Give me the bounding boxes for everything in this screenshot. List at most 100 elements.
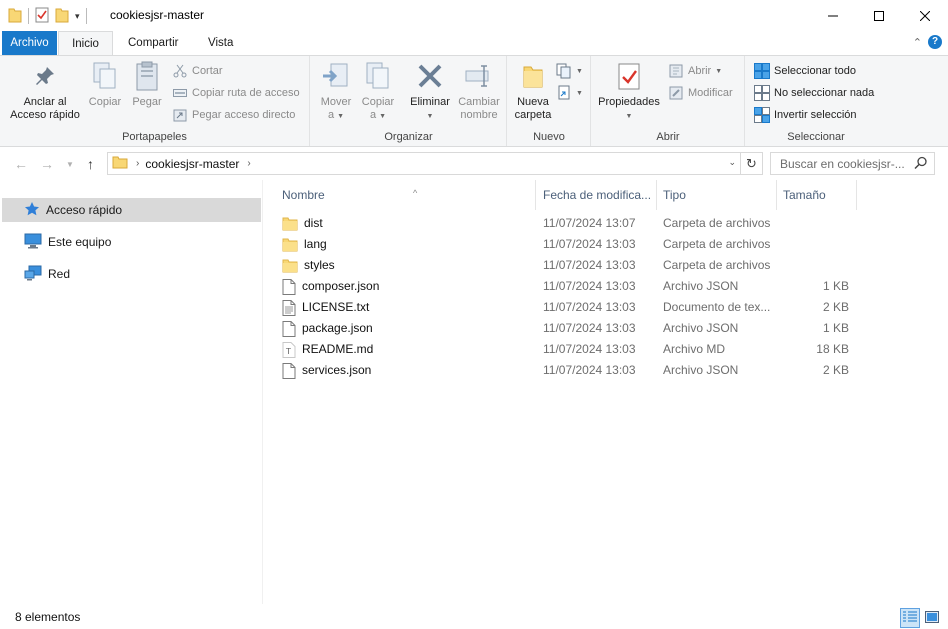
invert-selection-button[interactable]: Invertir selección (754, 106, 857, 124)
invert-selection-icon (754, 107, 770, 123)
table-row[interactable]: package.json 11/07/2024 13:03 Archivo JSON… (276, 318, 856, 339)
edit-button[interactable]: Modificar (668, 84, 733, 102)
cut-button[interactable]: Cortar (172, 62, 223, 80)
file-type: Carpeta de archivos (663, 258, 771, 272)
paste-icon (134, 60, 160, 96)
file-type: Archivo JSON (663, 279, 739, 293)
copy-to-button[interactable]: Copiar a ▼ (357, 60, 399, 123)
properties-label: Propiedades (598, 96, 660, 108)
window-title: cookiesjsr-master (110, 8, 205, 22)
table-row[interactable]: composer.json 11/07/2024 13:03 Archivo JSO… (276, 276, 856, 297)
minimize-button[interactable] (810, 0, 856, 31)
file-icon (282, 278, 296, 295)
paste-shortcut-button[interactable]: Pegar acceso directo (172, 106, 295, 124)
file-name-cell: LICENSE.txt (282, 297, 532, 318)
delete-button[interactable]: Eliminar ▼ (407, 60, 453, 123)
paste-label: Pegar (132, 96, 162, 108)
recent-locations-icon[interactable]: ▼ (66, 160, 74, 169)
select-none-button[interactable]: No seleccionar nada (754, 84, 874, 102)
copy-button[interactable]: Copiar (86, 60, 124, 109)
file-name: lang (304, 237, 327, 251)
large-icons-view-button[interactable] (922, 608, 942, 628)
table-row[interactable]: dist 11/07/2024 13:07 Carpeta de archivos (276, 213, 856, 234)
close-button[interactable] (902, 0, 948, 31)
move-to-button[interactable]: Mover a ▼ (315, 60, 357, 123)
properties-button[interactable]: Propiedades ▼ (596, 60, 662, 123)
file-size: 2 KB (822, 363, 849, 377)
column-header-size[interactable]: Tamaño (777, 180, 857, 210)
new-folder-label-2: carpeta (514, 109, 552, 121)
pin-label-1: Anclar al (23, 96, 67, 108)
file-name: LICENSE.txt (302, 300, 370, 314)
select-all-button[interactable]: Seleccionar todo (754, 62, 856, 80)
open-icon (668, 63, 684, 79)
select-none-icon (754, 85, 770, 101)
file-date: 11/07/2024 13:03 (543, 258, 636, 272)
search-icon (914, 156, 928, 173)
refresh-button[interactable]: ↻ (741, 152, 763, 175)
breadcrumb-chevron-icon[interactable]: › (247, 158, 250, 169)
table-row[interactable]: services.json 11/07/2024 13:03 Archivo JSO… (276, 360, 856, 381)
up-arrow-icon[interactable]: ↑ (87, 156, 94, 172)
open-button[interactable]: Abrir ▼ (668, 62, 722, 80)
table-row[interactable]: lang 11/07/2024 13:03 Carpeta de archivos (276, 234, 856, 255)
sidebar-item-label: Este equipo (48, 235, 112, 249)
search-input[interactable]: Buscar en cookiesjsr-... (770, 152, 935, 175)
address-bar[interactable]: › cookiesjsr-master › ⌄ (107, 152, 741, 175)
copy-to-icon (363, 60, 393, 96)
sidebar-item-this-pc[interactable]: Este equipo (2, 230, 261, 254)
new-item-button[interactable]: ▼ (556, 62, 583, 80)
tab-home[interactable]: Inicio (58, 31, 113, 56)
tab-share[interactable]: Compartir (118, 31, 188, 55)
properties-qat-icon[interactable] (35, 7, 49, 26)
folder-icon (282, 258, 298, 274)
new-group: Nueva carpeta ▼ ▼ Nuevo (508, 56, 591, 146)
breadcrumb[interactable]: cookiesjsr-master (145, 157, 239, 171)
table-row[interactable]: LICENSE.txt 11/07/2024 13:03 Documento de … (276, 297, 856, 318)
text-file-icon (282, 299, 296, 316)
maximize-button[interactable] (856, 0, 902, 31)
clipboard-group-label: Portapapeles (122, 131, 187, 143)
sidebar-item-quick-access[interactable]: Acceso rápido (2, 198, 261, 222)
copy-label: Copiar (88, 96, 122, 108)
table-row[interactable]: styles 11/07/2024 13:03 Carpeta de archivo… (276, 255, 856, 276)
file-date: 11/07/2024 13:03 (543, 237, 636, 251)
file-name: README.md (302, 342, 374, 356)
refresh-icon: ↻ (746, 155, 757, 171)
sidebar-item-label: Acceso rápido (46, 203, 123, 217)
qat-customize-icon[interactable]: ▾ (75, 11, 80, 22)
paste-button[interactable]: Pegar (128, 60, 166, 109)
tab-file[interactable]: Archivo (2, 31, 57, 55)
svg-text:T: T (285, 347, 291, 356)
column-header-type[interactable]: Tipo (657, 180, 777, 210)
back-arrow-icon[interactable]: ← (14, 156, 28, 172)
address-dropdown-icon[interactable]: ⌄ (728, 157, 736, 168)
column-header-name[interactable]: Nombre ^ (276, 180, 536, 210)
ribbon-collapse-icon[interactable]: ⌃ (913, 36, 922, 49)
details-view-button[interactable] (900, 608, 920, 628)
sidebar-item-network[interactable]: Red (2, 262, 261, 286)
file-type: Archivo JSON (663, 321, 739, 335)
breadcrumb-chevron-icon[interactable]: › (136, 158, 139, 169)
file-type: Documento de tex... (663, 300, 771, 314)
file-date: 11/07/2024 13:03 (543, 279, 636, 293)
file-type: Archivo JSON (663, 363, 739, 377)
folder-icon (112, 154, 128, 173)
new-folder-qat-icon[interactable] (55, 7, 69, 26)
move-label-1: Mover (320, 96, 352, 108)
file-size: 1 KB (822, 279, 849, 293)
pin-quick-access-button[interactable]: Anclar al Acceso rápido (6, 60, 84, 122)
file-size: 18 KB (816, 342, 849, 356)
sort-ascending-icon: ^ (413, 188, 418, 198)
forward-arrow-icon[interactable]: → (40, 156, 54, 172)
rename-button[interactable]: Cambiar nombre (455, 60, 503, 122)
column-header-date[interactable]: Fecha de modifica... (537, 180, 657, 210)
help-icon[interactable]: ? (928, 35, 942, 49)
copy-path-button[interactable]: Copiar ruta de acceso (172, 84, 300, 102)
table-row[interactable]: T README.md 11/07/2024 13:03 Archivo MD 18 K… (276, 339, 856, 360)
ribbon-tabs: Archivo Inicio Compartir Vista ⌃ ? (0, 31, 948, 56)
new-folder-button[interactable]: Nueva carpeta (512, 60, 554, 122)
easy-access-button[interactable]: ▼ (556, 84, 583, 102)
tab-view[interactable]: Vista (198, 31, 243, 55)
pin-label-2: Acceso rápido (10, 109, 80, 121)
